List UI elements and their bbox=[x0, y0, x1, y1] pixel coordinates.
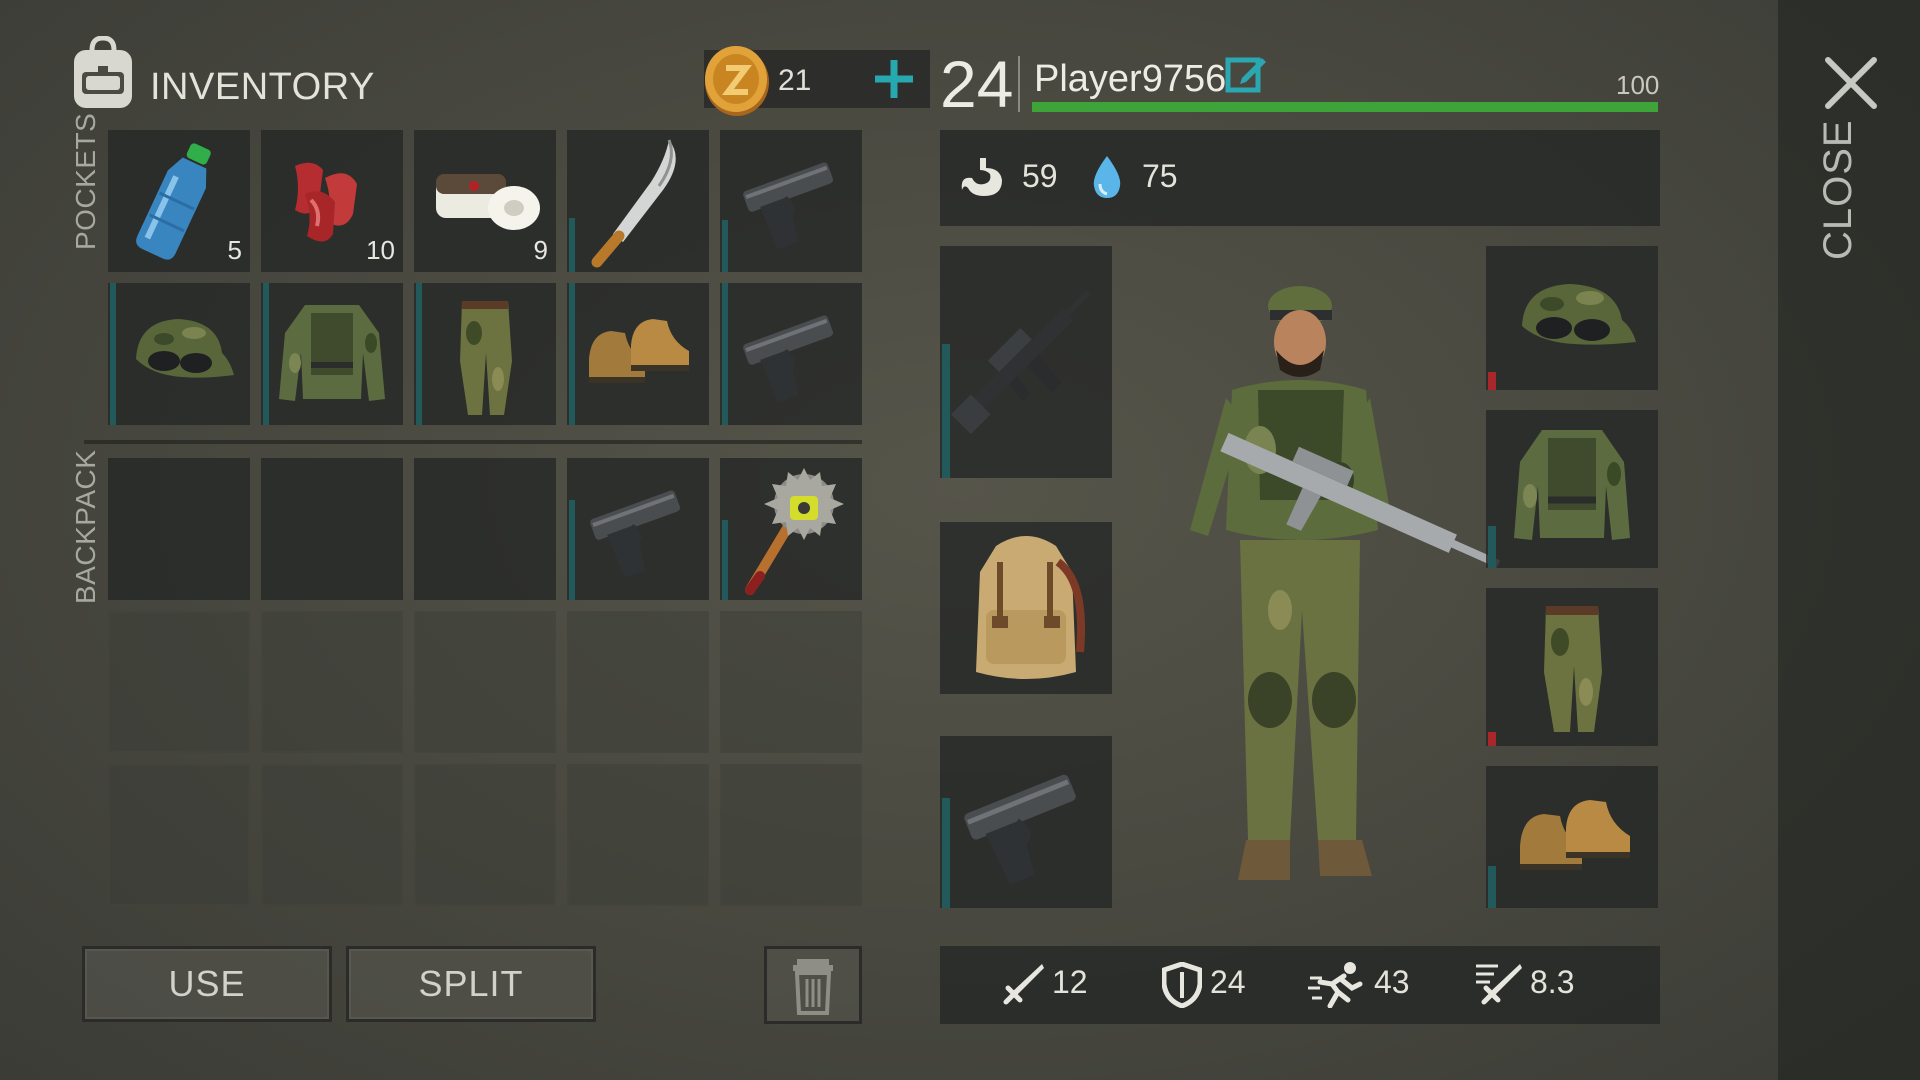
health-value: 100 bbox=[1616, 70, 1660, 100]
item-quantity: 5 bbox=[227, 235, 242, 265]
backpack-icon bbox=[68, 35, 138, 112]
pistol-icon bbox=[743, 162, 834, 250]
pistol-icon bbox=[964, 774, 1076, 885]
backpack-slot-locked bbox=[720, 611, 862, 753]
equip-slot-primary-weapon[interactable] bbox=[940, 246, 1112, 478]
combat-stats: 12 24 43 8.3 bbox=[940, 946, 1660, 1024]
speed-value: 43 bbox=[1374, 964, 1410, 1000]
inventory-slot-boots[interactable] bbox=[567, 283, 709, 425]
coin-count: 21 bbox=[778, 64, 812, 97]
player-name: Player9756 bbox=[1034, 58, 1227, 100]
inventory-slot-raw-meat[interactable]: 10 bbox=[261, 130, 403, 272]
attack-speed-value: 8.3 bbox=[1530, 964, 1575, 1000]
boots-icon bbox=[1520, 800, 1630, 870]
use-button[interactable]: USE bbox=[82, 946, 332, 1022]
equip-slot-torso[interactable] bbox=[1486, 410, 1658, 568]
backpack-slot-empty[interactable] bbox=[414, 458, 556, 600]
backpack-slot-locked bbox=[414, 611, 556, 753]
durability-bar bbox=[942, 344, 950, 478]
equip-slot-legs[interactable] bbox=[1486, 588, 1658, 746]
durability-bar-low bbox=[1488, 732, 1496, 746]
assault-rifle-icon bbox=[951, 289, 1092, 435]
coin-balance: 21 bbox=[704, 46, 930, 116]
durability-bar bbox=[1488, 526, 1496, 568]
spiked-club-icon bbox=[745, 468, 844, 595]
coin-icon bbox=[700, 42, 774, 118]
inventory-slot-camo-cap[interactable] bbox=[108, 283, 250, 425]
thirst-value: 75 bbox=[1142, 158, 1178, 194]
health-bar bbox=[1032, 102, 1658, 112]
inventory-slot-pistol[interactable] bbox=[720, 130, 862, 272]
sword-icon bbox=[1003, 964, 1044, 1005]
level-separator bbox=[1018, 56, 1020, 112]
backpack-slot-locked bbox=[108, 611, 250, 753]
health-bar-fill bbox=[1032, 102, 1658, 112]
inventory-slot-machete[interactable] bbox=[567, 130, 709, 272]
running-icon bbox=[1308, 962, 1363, 1008]
trash-icon bbox=[793, 959, 833, 1015]
inventory-header: INVENTORY 21 bbox=[68, 35, 930, 116]
shield-icon bbox=[1162, 962, 1202, 1008]
equip-slot-secondary-weapon[interactable] bbox=[940, 736, 1112, 908]
section-divider bbox=[84, 440, 862, 444]
pistol-icon bbox=[743, 315, 834, 403]
attack-speed-icon bbox=[1476, 964, 1522, 1005]
durability-bar-low bbox=[1488, 372, 1496, 390]
camo-cap-icon bbox=[136, 319, 234, 378]
backpack-slot-locked bbox=[261, 764, 403, 906]
backpack-slot-empty[interactable] bbox=[108, 458, 250, 600]
defense-value: 24 bbox=[1210, 964, 1246, 1000]
backpack-slot-pistol[interactable] bbox=[567, 458, 709, 600]
backpack-slot-spiked-club[interactable] bbox=[720, 458, 862, 600]
inventory-slot-water-bottle[interactable]: 5 bbox=[108, 130, 250, 272]
backpack-slot-locked bbox=[414, 764, 556, 906]
machete-icon bbox=[591, 139, 676, 268]
backpack-slot-empty[interactable] bbox=[261, 458, 403, 600]
player-character bbox=[1150, 280, 1510, 910]
pockets-label: POCKETS bbox=[70, 112, 101, 250]
inventory-slot-camo-jacket[interactable] bbox=[261, 283, 403, 425]
water-drop-icon bbox=[1093, 156, 1121, 198]
inventory-title: INVENTORY bbox=[150, 66, 375, 108]
camo-cap-icon bbox=[1522, 284, 1636, 345]
pistol-icon bbox=[590, 490, 681, 578]
backpack-icon bbox=[976, 536, 1086, 679]
camo-pants-icon bbox=[460, 301, 512, 415]
survival-stats: 59 75 bbox=[940, 130, 1660, 226]
backpack-slot-locked bbox=[567, 764, 709, 906]
equip-slot-backpack[interactable] bbox=[940, 522, 1112, 694]
boots-icon bbox=[589, 319, 689, 383]
equip-slot-head[interactable] bbox=[1486, 246, 1658, 390]
camo-pants-icon bbox=[1544, 606, 1602, 732]
add-coins-button[interactable] bbox=[872, 56, 916, 102]
stomach-icon bbox=[961, 158, 1002, 196]
item-quantity: 10 bbox=[366, 235, 395, 265]
close-button[interactable]: CLOSE bbox=[1816, 119, 1876, 260]
backpack-slot-locked bbox=[567, 611, 709, 753]
backpack-slot-locked bbox=[261, 611, 403, 753]
equip-slot-feet[interactable] bbox=[1486, 766, 1658, 908]
edit-name-icon[interactable] bbox=[1224, 52, 1268, 96]
inventory-slot-pistol[interactable] bbox=[720, 283, 862, 425]
durability-bar bbox=[1488, 866, 1496, 908]
item-quantity: 9 bbox=[533, 235, 548, 265]
trash-button[interactable] bbox=[764, 946, 862, 1024]
durability-bar bbox=[942, 798, 950, 908]
inventory-slot-bandage[interactable]: 9 bbox=[414, 130, 556, 272]
camo-jacket-icon bbox=[279, 305, 385, 401]
split-button[interactable]: SPLIT bbox=[346, 946, 596, 1022]
backpack-slot-locked bbox=[720, 764, 862, 906]
player-level: 24 bbox=[940, 47, 1014, 121]
backpack-label: BACKPACK bbox=[70, 449, 101, 604]
backpack-slot-locked bbox=[108, 764, 250, 906]
inventory-slot-camo-pants[interactable] bbox=[414, 283, 556, 425]
close-icon[interactable] bbox=[1820, 52, 1882, 114]
damage-value: 12 bbox=[1052, 964, 1088, 1000]
camo-jacket-icon bbox=[1514, 430, 1630, 540]
hunger-value: 59 bbox=[1022, 158, 1058, 194]
